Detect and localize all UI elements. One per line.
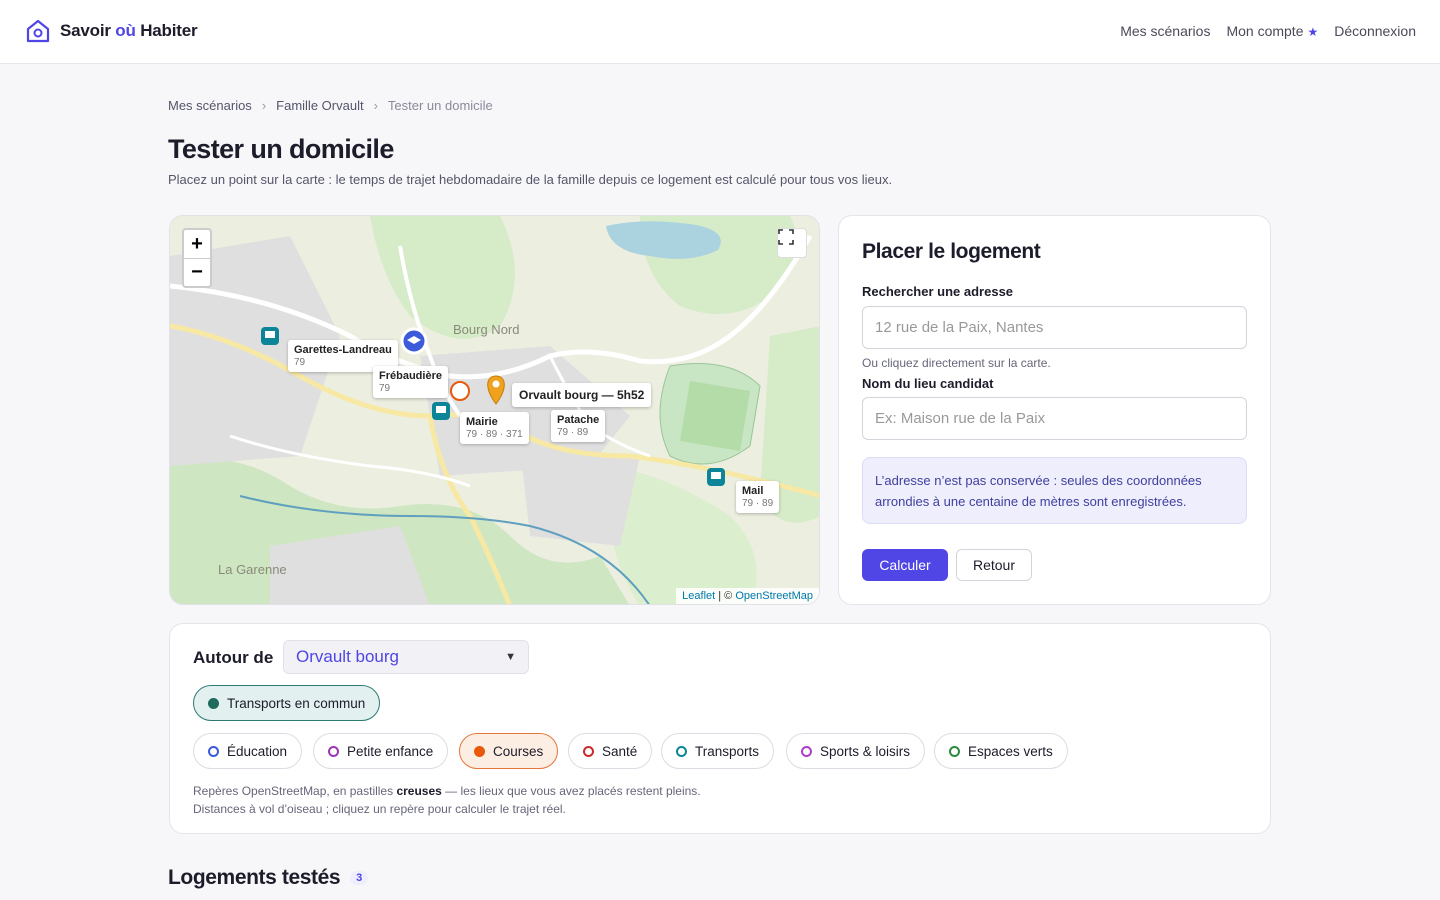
nav-logout[interactable]: Déconnexion [1334,23,1416,39]
chip-label: Sports & loisirs [820,743,911,759]
tested-section-title: Logements testés 3 [168,866,368,890]
breadcrumb-item-scenarios[interactable]: Mes scénarios [168,98,252,113]
app-logo[interactable]: Savoir où Habiter [24,17,198,45]
hollow-dot-icon [949,745,960,757]
around-select[interactable]: Orvault bourg ▼ [283,640,529,674]
chip-transports-en-commun[interactable]: Transports en commun [193,685,381,721]
page-subtitle: Placez un point sur la carte : le temps … [168,172,893,187]
search-label: Rechercher une adresse [862,284,1014,299]
privacy-notice: L’adresse n’est pas conservée : seules d… [862,457,1247,524]
map-legend: Repères OpenStreetMap, en pastilles creu… [193,784,701,816]
calculate-button[interactable]: Calculer [862,549,948,581]
filled-dot-icon [208,697,219,709]
count-badge: 3 [350,871,368,885]
map[interactable]: Bourg Nord La Garenne Garettes-Landreau 7… [169,215,820,605]
chip-label: Transports [695,743,760,759]
hollow-dot-icon [208,745,219,757]
page-title: Tester un domicile [168,134,394,164]
address-search-input[interactable]: 12 rue de la Paix, Nantes [862,306,1247,349]
house-location-icon [26,19,50,43]
around-select-value: Orvault bourg [296,647,399,666]
breadcrumb-item-scenario[interactable]: Famille Orvault [276,98,363,113]
breadcrumb-separator: › [261,98,267,113]
map-label-orvault-bourg[interactable]: Orvault bourg — 5h52 [512,383,652,407]
map-place-la-garenne: La Garenne [218,562,287,577]
app-name: Savoir où Habiter [60,21,198,40]
filled-dot-icon [474,745,485,757]
chip-label: Éducation [227,743,288,759]
nav-account[interactable]: Mon compte ★ [1226,23,1318,39]
breadcrumb: Mes scénarios › Famille Orvault › Tester… [168,98,493,113]
zoom-in-button[interactable]: + [184,230,210,258]
place-name-input[interactable]: Ex: Maison rue de la Paix [862,397,1247,440]
around-label: Autour de [193,648,274,667]
chip-courses[interactable]: Courses [459,733,559,769]
chip-transports[interactable]: Transports [661,733,775,769]
chip-santé[interactable]: Santé [568,733,653,769]
map-place-bourg-nord: Bourg Nord [453,322,520,337]
chip-petite-enfance[interactable]: Petite enfance [313,733,449,769]
star-icon: ★ [1307,25,1319,39]
fullscreen-button[interactable] [777,228,807,258]
map-label-mail[interactable]: Mail 79 · 89 [736,481,780,513]
zoom-control: + − [182,228,212,288]
name-label: Nom du lieu candidat [862,376,994,391]
chip-éducation[interactable]: Éducation [193,733,303,769]
nav-scenarios[interactable]: Mes scénarios [1120,23,1210,39]
chip-sports-loisirs[interactable]: Sports & loisirs [786,733,926,769]
breadcrumb-item-current: Tester un domicile [387,98,493,113]
chip-espaces-verts[interactable]: Espaces verts [934,733,1068,769]
map-attribution: Leaflet | © OpenStreetMap [676,588,819,604]
chip-label: Espaces verts [968,743,1053,759]
hollow-dot-icon [676,745,687,757]
hollow-dot-icon [583,745,594,757]
map-tiles [170,216,819,604]
top-header: Savoir où Habiter Mes scénarios Mon comp… [0,0,1440,64]
map-label-frebaudiere[interactable]: Frébaudière 79 [373,366,448,398]
place-home-card: Placer le logement Rechercher une adress… [838,215,1271,605]
chip-label: Santé [602,743,638,759]
map-label-mairie[interactable]: Mairie 79 · 89 · 371 [460,412,529,444]
leaflet-link[interactable]: Leaflet [682,590,715,602]
breadcrumb-separator: › [373,98,378,113]
fullscreen-icon [778,229,794,245]
chip-label: Petite enfance [347,743,434,759]
map-click-hint: Ou cliquez directement sur la carte. [862,356,1051,370]
chip-label: Courses [493,743,544,759]
osm-link[interactable]: OpenStreetMap [735,590,813,602]
back-button[interactable]: Retour [956,549,1032,581]
zoom-out-button[interactable]: − [184,258,210,286]
around-card: Autour de Orvault bourg ▼ Transports en … [169,623,1271,834]
hollow-dot-icon [328,745,339,757]
map-label-patache[interactable]: Patache 79 · 89 [551,410,606,442]
hollow-dot-icon [801,745,812,757]
card-title: Placer le logement [862,240,1041,263]
chevron-down-icon: ▼ [505,651,516,663]
main-nav: Mes scénarios Mon compte ★ Déconnexion [1120,23,1416,39]
